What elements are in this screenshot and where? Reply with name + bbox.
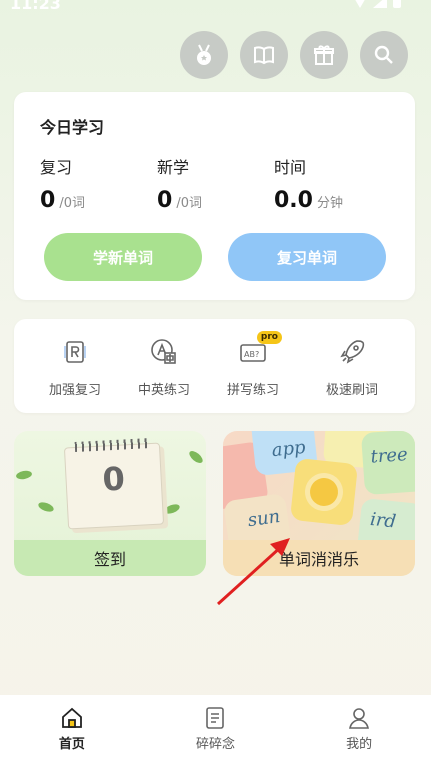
checkin-label: 签到 bbox=[14, 540, 206, 576]
stat-unit: /0词 bbox=[59, 196, 85, 211]
stat-unit: 分钟 bbox=[316, 196, 343, 211]
search-icon bbox=[374, 45, 393, 64]
stat-label: 新学 bbox=[157, 158, 190, 177]
wifi-icon bbox=[353, 0, 367, 8]
battery-icon bbox=[393, 0, 401, 8]
calendar-rings bbox=[74, 438, 152, 452]
stat-time: 时间 0.0 分钟 bbox=[274, 154, 343, 213]
notes-icon bbox=[206, 707, 225, 729]
status-icons bbox=[353, 0, 401, 8]
practice-tools-card: 加强复习 中英练习 AB? pro 拼写练习 极速刷词 bbox=[14, 319, 415, 413]
today-study-card: 今日学习 复习 0 /0词 新学 0 /0词 时间 0.0 分钟 学新单词 复习… bbox=[14, 92, 415, 300]
tool-speed-words[interactable]: 极速刷词 bbox=[307, 337, 397, 398]
calendar-illustration: 0 bbox=[63, 438, 165, 530]
word-match-game-tile[interactable]: app tree sun ird 单词消消乐 bbox=[223, 431, 415, 576]
medal-icon bbox=[197, 44, 211, 65]
sun-icon bbox=[308, 476, 340, 508]
stat-review: 复习 0 /0词 bbox=[40, 154, 85, 213]
dictionary-button[interactable] bbox=[240, 31, 288, 79]
stat-unit: /0词 bbox=[176, 196, 202, 211]
leaf-decoration bbox=[163, 502, 181, 516]
stat-value: 0 bbox=[157, 188, 173, 213]
game-label: 单词消消乐 bbox=[223, 540, 415, 576]
bottom-tab-bar: 首页 碎碎念 我的 bbox=[0, 695, 431, 759]
svg-text:AB?: AB? bbox=[244, 350, 259, 359]
tab-label: 碎碎念 bbox=[195, 737, 235, 752]
rocket-icon bbox=[340, 340, 365, 364]
review-r-icon bbox=[64, 341, 86, 363]
tab-notes[interactable]: 碎碎念 bbox=[165, 695, 265, 752]
stat-label: 时间 bbox=[274, 158, 307, 177]
translate-icon bbox=[151, 339, 176, 364]
word-sun: sun bbox=[246, 505, 282, 532]
leaf-decoration bbox=[15, 469, 33, 481]
game-illustration: app tree sun ird bbox=[223, 431, 415, 567]
search-button[interactable] bbox=[360, 31, 408, 79]
status-time: 11:23 bbox=[10, 0, 61, 13]
word-ird: ird bbox=[369, 508, 398, 533]
word-app: app bbox=[270, 436, 307, 462]
gift-icon bbox=[314, 45, 334, 65]
leaf-decoration bbox=[187, 448, 205, 466]
top-action-bar bbox=[180, 31, 408, 79]
tool-enhanced-review[interactable]: 加强复习 bbox=[30, 337, 120, 398]
stat-value: 0 bbox=[40, 188, 56, 213]
status-bar: 11:23 bbox=[0, 0, 431, 16]
tool-label: 拼写练习 bbox=[226, 383, 279, 398]
stat-value: 0.0 bbox=[274, 188, 313, 213]
stat-new: 新学 0 /0词 bbox=[157, 154, 202, 213]
tool-label: 加强复习 bbox=[48, 383, 101, 398]
tab-label: 我的 bbox=[346, 737, 373, 752]
tool-label: 极速刷词 bbox=[325, 383, 378, 398]
signal-icon bbox=[373, 0, 387, 8]
pro-badge: pro bbox=[256, 331, 282, 344]
medal-button[interactable] bbox=[180, 31, 228, 79]
today-title: 今日学习 bbox=[40, 118, 105, 137]
tab-profile[interactable]: 我的 bbox=[309, 695, 409, 752]
stat-label: 复习 bbox=[40, 158, 73, 177]
tool-spelling-practice[interactable]: AB? pro 拼写练习 bbox=[208, 331, 298, 398]
sun-key bbox=[289, 457, 359, 527]
gift-button[interactable] bbox=[300, 31, 348, 79]
tool-cn-en-practice[interactable]: 中英练习 bbox=[119, 337, 209, 398]
checkin-tile[interactable]: 0 签到 bbox=[14, 431, 206, 576]
home-icon bbox=[61, 707, 82, 728]
tool-label: 中英练习 bbox=[137, 383, 190, 398]
book-icon bbox=[254, 46, 274, 65]
checkin-count: 0 bbox=[101, 459, 126, 499]
word-key: tree bbox=[360, 431, 415, 496]
leaf-decoration bbox=[37, 500, 55, 514]
profile-icon bbox=[349, 708, 370, 729]
tab-label: 首页 bbox=[58, 737, 85, 752]
word-tree: tree bbox=[369, 444, 409, 468]
review-words-button[interactable]: 复习单词 bbox=[228, 233, 386, 281]
learn-new-words-button[interactable]: 学新单词 bbox=[44, 233, 202, 281]
tab-home[interactable]: 首页 bbox=[22, 695, 122, 752]
